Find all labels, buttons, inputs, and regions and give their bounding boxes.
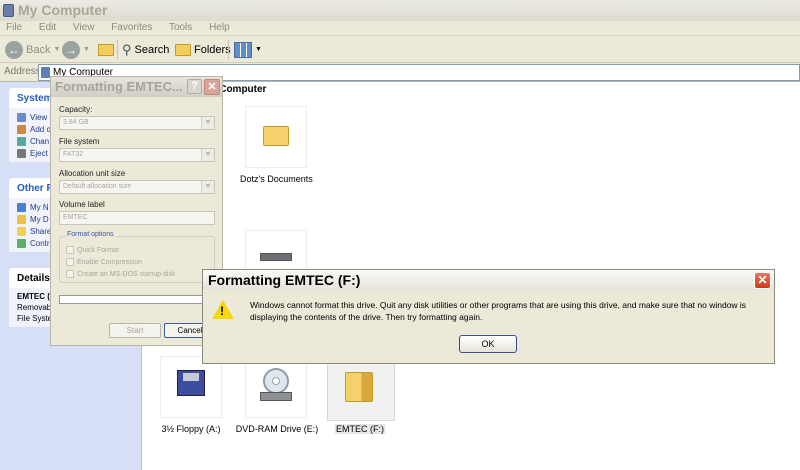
settings-icon	[17, 136, 26, 146]
chevron-down-icon: ▼	[53, 46, 61, 53]
forward-arrow-icon: →	[62, 40, 80, 59]
floppy-label[interactable]: 3½ Floppy (A:)	[156, 424, 226, 434]
error-message: Windows cannot format this drive. Quit a…	[250, 300, 747, 322]
menu-favorites[interactable]: Favorites	[111, 22, 152, 33]
folder-icon	[263, 126, 289, 146]
start-button[interactable]: Start	[109, 323, 161, 338]
menu-edit[interactable]: Edit	[39, 22, 56, 33]
control-panel-icon	[17, 238, 26, 248]
views-icon	[234, 41, 252, 58]
chevron-down-icon: ▼	[255, 46, 262, 53]
close-icon: ✕	[757, 273, 768, 287]
format-dialog-title: Formatting EMTEC...	[55, 79, 183, 94]
ok-button[interactable]: OK	[459, 335, 517, 353]
warning-icon: !	[212, 300, 234, 319]
filesystem-label: File system	[59, 137, 100, 146]
info-icon	[17, 112, 26, 122]
views-button[interactable]: ▼	[234, 39, 262, 60]
computer-icon	[3, 4, 14, 17]
chevron-down-icon: ▼	[201, 149, 214, 161]
forward-button[interactable]: → ▼	[62, 39, 90, 60]
toolbar: ← Back ▼ → ▼ ⚲ Search Folders ▼	[0, 36, 800, 63]
menu-bar: File Edit View Favorites Tools Help	[0, 21, 800, 36]
close-button[interactable]: ✕	[754, 272, 771, 289]
capacity-select[interactable]: 3.84 GB ▼	[59, 116, 215, 130]
folders-button[interactable]: Folders	[175, 39, 231, 60]
volume-label-label: Volume label	[59, 200, 105, 209]
startup-disk-checkbox[interactable]: Create an MS-DOS startup disk	[66, 270, 175, 278]
allocation-select[interactable]: Default allocation size ▼	[59, 180, 215, 194]
checkbox-icon	[66, 270, 74, 278]
filesystem-select[interactable]: FAT32 ▼	[59, 148, 215, 162]
back-arrow-icon: ←	[5, 40, 23, 59]
computer-icon	[41, 67, 50, 78]
format-dialog-title-bar[interactable]: Formatting EMTEC... ? ✕	[51, 77, 222, 97]
menu-help[interactable]: Help	[209, 22, 230, 33]
search-icon: ⚲	[122, 41, 132, 57]
error-dialog: Formatting EMTEC (F:) ✕ ! Windows cannot…	[202, 269, 775, 364]
up-folder-icon	[98, 43, 114, 56]
format-options-group: Format options Quick Format Enable Compr…	[59, 231, 215, 283]
dvd-label[interactable]: DVD-RAM Drive (E:)	[234, 424, 320, 434]
error-dialog-title: Formatting EMTEC (F:)	[208, 272, 361, 288]
network-icon	[17, 202, 26, 212]
toolbar-separator	[228, 40, 229, 59]
emtec-label[interactable]: EMTEC (F:)	[335, 424, 385, 434]
menu-tools[interactable]: Tools	[169, 22, 192, 33]
eject-icon	[17, 148, 26, 158]
quick-format-checkbox[interactable]: Quick Format	[66, 246, 119, 254]
window-title: My Computer	[18, 2, 108, 18]
close-button[interactable]: ✕	[204, 79, 220, 95]
checkbox-icon	[66, 258, 74, 266]
chevron-down-icon: ▼	[201, 117, 214, 129]
toolbar-separator	[117, 40, 118, 59]
chevron-down-icon: ▼	[201, 181, 214, 193]
add-remove-icon	[17, 124, 26, 134]
dotz-documents-label[interactable]: Dotz's Documents	[240, 174, 313, 184]
capacity-label: Capacity:	[59, 105, 93, 114]
folders-icon	[175, 43, 191, 56]
search-button[interactable]: ⚲ Search	[122, 39, 169, 60]
documents-icon	[17, 214, 26, 224]
close-icon: ✕	[207, 81, 217, 93]
format-dialog: Formatting EMTEC... ? ✕ Capacity: 3.84 G…	[50, 76, 223, 346]
chevron-down-icon: ▼	[83, 46, 90, 53]
allocation-label: Allocation unit size	[59, 169, 126, 178]
removable-drive-icon	[345, 372, 373, 402]
up-folder-button[interactable]	[98, 39, 114, 60]
menu-view[interactable]: View	[73, 22, 95, 33]
folder-icon	[17, 226, 26, 236]
compression-checkbox[interactable]: Enable Compression	[66, 258, 142, 266]
floppy-icon	[177, 370, 205, 396]
hard-drive-icon	[260, 253, 292, 261]
format-progress-bar	[59, 295, 215, 304]
volume-label-input[interactable]: EMTEC	[59, 211, 215, 225]
checkbox-icon	[66, 246, 74, 254]
drive-item[interactable]	[245, 230, 307, 270]
window-title-bar[interactable]: My Computer	[0, 0, 800, 21]
help-button[interactable]: ?	[187, 79, 202, 94]
error-dialog-title-bar[interactable]: Formatting EMTEC (F:) ✕	[203, 270, 774, 290]
back-button[interactable]: ← Back ▼	[5, 39, 60, 60]
drive-icon	[260, 392, 292, 401]
format-options-legend: Format options	[65, 231, 116, 238]
menu-file[interactable]: File	[6, 22, 22, 33]
address-label: Address	[4, 66, 41, 77]
cd-icon	[263, 368, 289, 394]
